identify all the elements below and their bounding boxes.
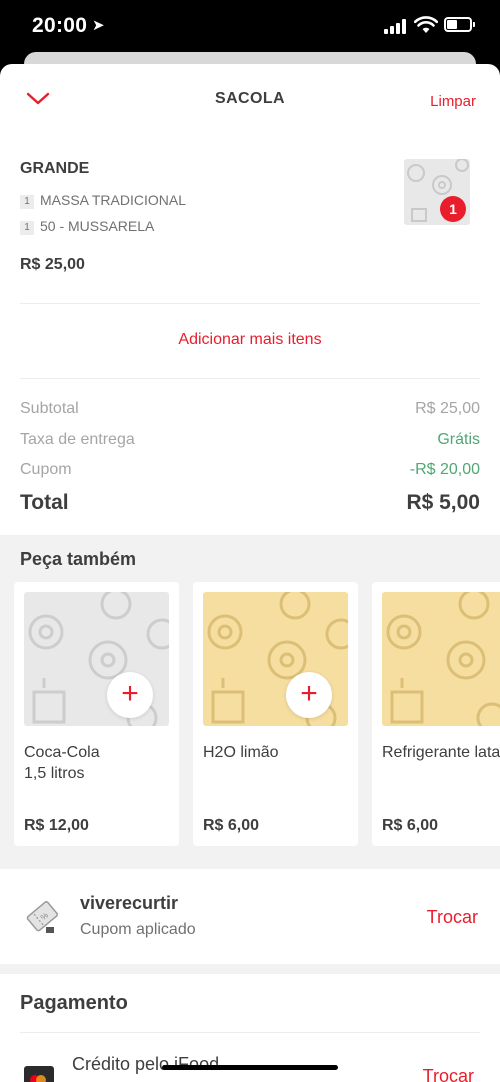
total-label: Total [20, 491, 69, 514]
product-price: R$ 6,00 [382, 817, 439, 834]
mastercard-icon [24, 1066, 54, 1082]
item-count-badge: 1 [440, 196, 466, 222]
cart-item-option: 1 MASSA TRADICIONAL [20, 192, 186, 209]
subtotal-value: R$ 25,00 [415, 400, 480, 417]
payment-title: Pagamento [20, 992, 128, 1014]
coupon-code: viverecurtir [80, 893, 179, 913]
product-price: R$ 12,00 [24, 817, 89, 834]
cart-item-price: R$ 25,00 [20, 256, 85, 273]
coupon-section: % viverecurtir Cupom aplicado Trocar [0, 869, 500, 964]
option-qty: 1 [20, 221, 34, 235]
add-to-bag-icon[interactable]: + [286, 672, 332, 718]
add-to-bag-icon[interactable]: + [107, 672, 153, 718]
delivery-fee-value: Grátis [437, 431, 480, 448]
product-name-line: 1,5 litros [24, 765, 85, 782]
option-qty: 1 [20, 195, 34, 209]
wifi-icon [414, 16, 438, 33]
delivery-fee-row: Taxa de entrega Grátis [20, 431, 480, 449]
product-image: + [24, 592, 169, 726]
change-coupon-button[interactable]: Trocar [427, 907, 478, 928]
coupon-discount-value: -R$ 20,00 [409, 461, 480, 478]
suggestions-title: Peça também [20, 549, 137, 569]
divider [20, 1032, 480, 1033]
product-name-line: Refrigerante lata [382, 744, 500, 761]
option-label: MASSA TRADICIONAL [40, 192, 187, 208]
cart-item-option: 1 50 - MUSSARELA [20, 218, 154, 235]
status-bar: 20:00 ➤ [0, 0, 500, 56]
coupon-label: Cupom [20, 461, 72, 478]
suggestions-section: Peça também + Coca-Cola 1,5 litros R$ 12… [0, 535, 500, 869]
add-more-items-button[interactable]: Adicionar mais itens [0, 331, 500, 349]
section-separator [0, 964, 500, 974]
product-image [382, 592, 500, 726]
suggestion-card[interactable]: + Coca-Cola 1,5 litros R$ 12,00 [14, 582, 179, 846]
product-name: Refrigerante lata [382, 742, 500, 763]
clear-button[interactable]: Limpar [430, 93, 476, 110]
cart-item-name[interactable]: GRANDE [20, 160, 89, 178]
change-payment-button[interactable]: Trocar [423, 1066, 474, 1082]
battery-icon [444, 17, 475, 32]
page-title: SACOLA [215, 90, 285, 107]
status-time: 20:00 [32, 14, 88, 37]
coupon-row: Cupom -R$ 20,00 [20, 461, 480, 479]
subtotal-row: Subtotal R$ 25,00 [20, 400, 480, 418]
product-price: R$ 6,00 [203, 817, 260, 834]
product-name: Coca-Cola 1,5 litros [24, 742, 179, 784]
coupon-status: Cupom aplicado [80, 921, 196, 938]
product-name-line: Coca-Cola [24, 744, 100, 761]
delivery-fee-label: Taxa de entrega [20, 431, 135, 448]
cellular-signal-icon [384, 18, 408, 34]
divider [20, 303, 480, 304]
suggestion-card[interactable]: Refrigerante lata R$ 6,00 [372, 582, 500, 846]
product-name: H2O limão [203, 742, 358, 763]
product-name-line: H2O limão [203, 744, 279, 761]
suggestion-card[interactable]: + H2O limão R$ 6,00 [193, 582, 358, 846]
subtotal-label: Subtotal [20, 400, 79, 417]
product-image: + [203, 592, 348, 726]
total-row: Total R$ 5,00 [20, 491, 480, 515]
coupon-ticket-icon: % [26, 901, 59, 933]
option-label: 50 - MUSSARELA [40, 218, 155, 234]
total-value: R$ 5,00 [406, 491, 480, 514]
home-indicator [162, 1065, 338, 1070]
location-arrow-icon: ➤ [92, 17, 105, 34]
divider [20, 378, 480, 379]
